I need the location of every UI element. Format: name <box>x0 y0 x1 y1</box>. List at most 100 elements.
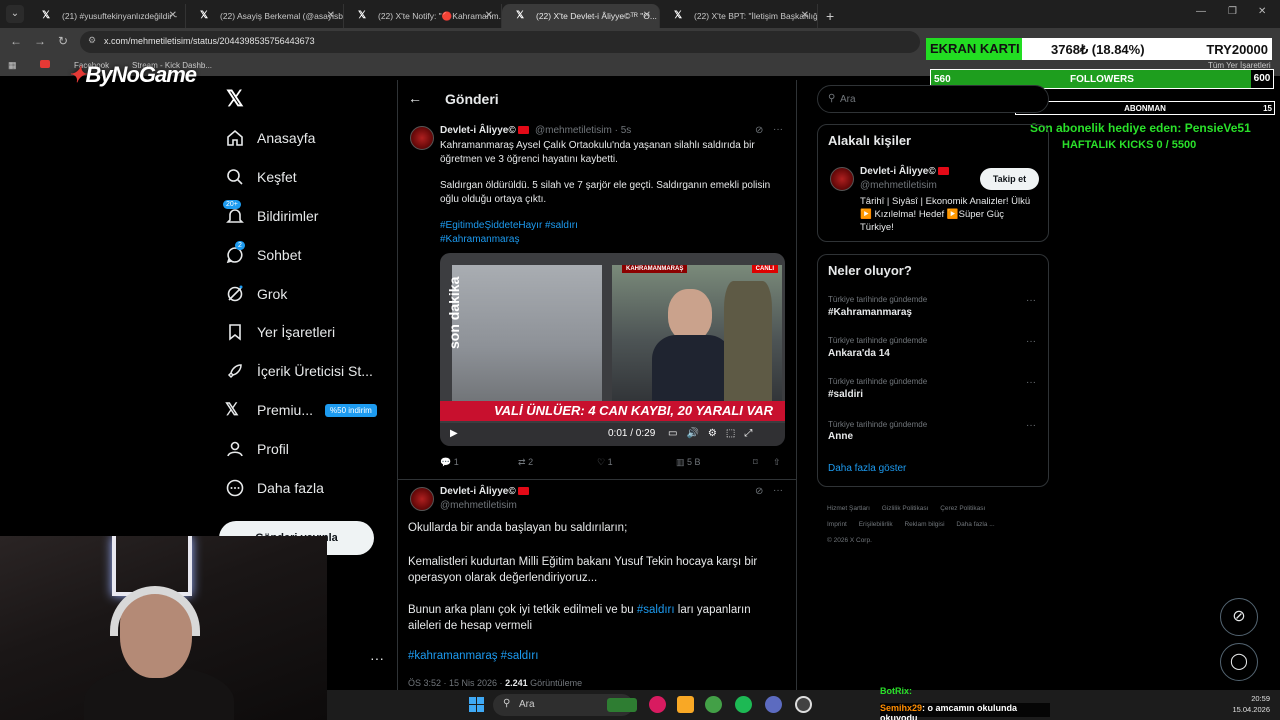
spotify-icon[interactable] <box>735 696 752 713</box>
search-input[interactable]: ⚲ Ara <box>817 85 1049 113</box>
system-clock[interactable]: 20:59 15.04.2026 <box>1232 693 1270 715</box>
brand-text: ByNoGame <box>85 62 197 87</box>
new-tab-icon[interactable]: + <box>818 4 842 28</box>
maximize-icon[interactable]: ❐ <box>1228 6 1237 17</box>
tweet-author-name[interactable]: Devlet-i Âliyye© <box>440 486 529 497</box>
sidebar-item-chat[interactable]: 2 Sohbet <box>225 241 301 267</box>
avatar[interactable] <box>830 167 854 191</box>
follow-button[interactable]: Takip et <box>980 168 1039 190</box>
tweet-author-handle[interactable]: @mehmetiletisim <box>440 500 517 511</box>
tweet-timestamp[interactable]: ÖS 3:52 · 15 Nis 2026 · <box>408 678 505 688</box>
trend-more-icon[interactable]: ··· <box>1026 377 1036 388</box>
address-bar[interactable]: ⚙ x.com/mehmetiletisim/status/2044398535… <box>80 31 920 53</box>
file-explorer-icon[interactable] <box>677 696 694 713</box>
webcam-feed <box>0 536 327 720</box>
browser-tab[interactable]: 𝕏 (22) X'te BPT: "İletişim Başkanlığ... ✕ <box>660 4 818 28</box>
close-icon[interactable]: ✕ <box>643 4 651 28</box>
apps-grid-icon[interactable]: ▦ <box>8 60 17 71</box>
footer-link[interactable]: Hizmet Şartları <box>827 505 870 512</box>
close-icon[interactable]: ✕ <box>327 4 335 28</box>
sidebar-item-home[interactable]: Anasayfa <box>225 126 315 150</box>
browser-tab[interactable]: 𝕏 (21) #yusuftekinyanlızdeğildir - ✕ <box>28 4 186 28</box>
grok-analyze-icon[interactable]: ⊘ <box>755 125 763 136</box>
sidebar-item-creator-studio[interactable]: İçerik Üreticisi St... <box>225 359 373 383</box>
obs-icon[interactable] <box>795 696 812 713</box>
close-icon[interactable]: ✕ <box>801 4 809 28</box>
window-close-icon[interactable]: ✕ <box>1258 6 1266 17</box>
windows-taskbar: ⚲ Ara 20:59 15.04.2026 <box>327 690 1280 720</box>
trend-more-icon[interactable]: ··· <box>1026 295 1036 306</box>
footer-link[interactable]: Çerez Politikası <box>940 505 985 512</box>
trend-name[interactable]: #saldiri <box>828 389 863 400</box>
sidebar-item-explore[interactable]: Keşfet <box>225 165 297 189</box>
account-menu-icon[interactable]: ··· <box>370 650 384 666</box>
messages-fab-icon[interactable]: ◯ <box>1220 643 1258 681</box>
tab-search-menu-icon[interactable]: ⌄ <box>6 5 24 23</box>
footer-link[interactable]: Imprint <box>827 521 847 528</box>
footer-link[interactable]: Gizlilik Politikası <box>882 505 929 512</box>
sidebar-item-bookmarks[interactable]: Yer İşaretleri <box>225 320 335 344</box>
tab-title: (22) X'te BPT: "İletişim Başkanlığ... <box>694 11 818 21</box>
play-icon[interactable]: ▶ <box>450 428 458 439</box>
grok-icon <box>227 285 243 302</box>
tab-title: (22) Asayiş Berkemal (@asayisb... <box>220 11 344 21</box>
sidebar-item-more[interactable]: Daha fazla <box>225 476 324 500</box>
sidebar-item-notifications[interactable]: 20+ Bildirimler <box>223 200 318 228</box>
tweet-author-handle[interactable]: @mehmetiletisim · 5s <box>535 125 631 136</box>
browser-tab[interactable]: 𝕏 (22) Asayiş Berkemal (@asayisb... ✕ <box>186 4 344 28</box>
tweet-hashtag[interactable]: #Kahramanmaraş <box>440 233 519 247</box>
tweet-hashtags[interactable]: #kahramanmaraş #saldırı <box>408 650 538 664</box>
grok-analyze-icon[interactable]: ⊘ <box>755 486 763 497</box>
bynogame-mark-icon: ✦ <box>68 62 86 87</box>
weekly-kicks-text: HAFTALIK KICKS 0 / 5500 <box>1062 139 1197 151</box>
back-icon[interactable]: ← <box>10 34 22 48</box>
more-options-icon[interactable]: ··· <box>773 485 783 496</box>
tweet-hashtag-inline[interactable]: #saldırı <box>637 604 675 616</box>
close-icon[interactable]: ✕ <box>169 4 177 28</box>
avatar[interactable] <box>410 126 434 150</box>
video-soldier <box>724 281 772 415</box>
share-action[interactable]: ⇧ <box>773 457 781 468</box>
forward-icon[interactable]: → <box>34 34 46 48</box>
browser-tab[interactable]: 𝕏 (22) X'te Notify: "🔴Kahramanm... ✕ <box>344 4 502 28</box>
trend-more-icon[interactable]: ··· <box>1026 336 1036 347</box>
show-more-link[interactable]: Daha fazla göster <box>828 463 906 474</box>
trend-name[interactable]: #Kahramanmaraş <box>828 307 912 318</box>
repost-action[interactable]: ⇄ 2 <box>518 457 533 468</box>
app-icon[interactable] <box>765 696 782 713</box>
tweet-hashtags[interactable]: #EgitimdeŞiddeteHayır #saldırı <box>440 219 578 233</box>
app-icon[interactable] <box>649 696 666 713</box>
views-action[interactable]: ▥ 5 B <box>676 457 701 468</box>
reload-icon[interactable]: ↻ <box>58 34 68 48</box>
back-arrow-icon[interactable]: ← <box>408 90 422 106</box>
trend-name[interactable]: Anne <box>828 431 853 442</box>
footer-link[interactable]: Erişilebilirlik <box>859 521 893 528</box>
avatar[interactable] <box>410 487 434 511</box>
windows-start-icon[interactable] <box>469 697 485 713</box>
related-handle[interactable]: @mehmetiletisim <box>860 180 937 191</box>
sidebar-item-premium[interactable]: 𝕏 Premiu... %50 indirim <box>225 398 377 422</box>
reply-action[interactable]: 💬 1 <box>440 457 459 468</box>
sidebar-item-grok[interactable]: Grok <box>225 282 287 306</box>
video-player[interactable]: KAHRAMANMARAŞ CANLI son dakika VALİ ÜNLÜ… <box>440 253 785 446</box>
more-options-icon[interactable]: ··· <box>773 124 783 135</box>
x-home-logo[interactable]: 𝕏 <box>226 86 244 112</box>
site-info-icon[interactable]: ⚙ <box>88 35 96 46</box>
trend-name[interactable]: Ankara'da 14 <box>828 348 890 359</box>
video-control-icons[interactable]: ▭🔊⚙⬚⤢ <box>668 428 761 439</box>
youtube-icon[interactable] <box>40 60 50 68</box>
chrome-icon[interactable] <box>705 696 722 713</box>
bookmark-action[interactable]: ⌑ <box>753 457 758 468</box>
footer-link[interactable]: Reklam bilgisi <box>904 521 944 528</box>
related-name[interactable]: Devlet-i Âliyye© <box>860 166 949 177</box>
trees-widget-icon[interactable] <box>607 698 637 712</box>
sidebar-item-profile[interactable]: Profil <box>225 437 289 461</box>
grok-fab-icon[interactable]: ⊘ <box>1220 598 1258 636</box>
trend-more-icon[interactable]: ··· <box>1026 420 1036 431</box>
minimize-icon[interactable]: — <box>1196 6 1206 17</box>
browser-tab-active[interactable]: 𝕏 (22) X'te Devlet-i Âliyye©ᵀᴿ "O... ✕ <box>502 4 660 28</box>
like-action[interactable]: ♡ 1 <box>597 457 613 468</box>
tweet-author-name[interactable]: Devlet-i Âliyye© <box>440 125 529 136</box>
footer-link[interactable]: Daha fazla ... <box>956 521 994 528</box>
close-icon[interactable]: ✕ <box>485 4 493 28</box>
